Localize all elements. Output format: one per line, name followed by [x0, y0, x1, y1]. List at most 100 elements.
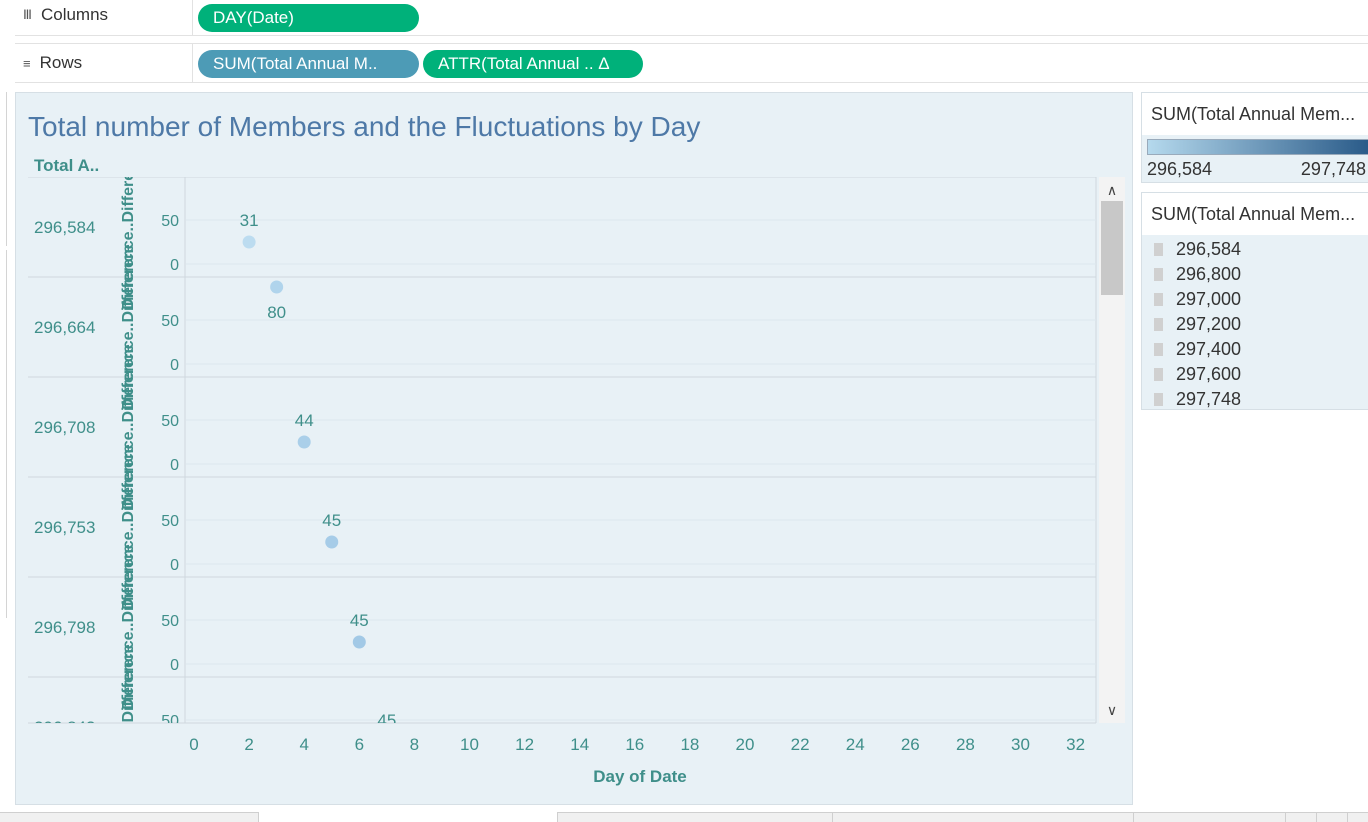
chart-rows: 296,584 Difference..Difference 0 50 31 296,66… — [28, 177, 1096, 806]
rows-label-text: Rows — [39, 53, 83, 72]
data-label: 44 — [295, 411, 314, 430]
row-header-value: 296,584 — [34, 218, 95, 237]
color-legend: SUM(Total Annual Mem... 296,584 297,748 — [1141, 92, 1368, 183]
legend-swatch — [1154, 243, 1163, 256]
tab-divider — [1285, 813, 1286, 822]
legend-item[interactable]: 297,748 — [1154, 387, 1241, 412]
x-tick-label: 4 — [299, 735, 308, 754]
row-header: Total A.. — [34, 156, 99, 175]
chart-row: 296,753 Difference..Difference 050 45 — [28, 444, 1096, 610]
legend-swatch — [1154, 368, 1163, 381]
data-point[interactable] — [352, 635, 366, 649]
color-ramp-max: 297,748 — [1300, 159, 1366, 179]
data-point[interactable] — [297, 435, 311, 449]
x-tick-label: 16 — [625, 735, 644, 754]
y-tick-label: 50 — [161, 613, 179, 630]
x-axis-ticks: 0 2 4 6 8 10 12 14 16 18 20 22 24 26 28 30 32 — [189, 735, 1085, 754]
x-tick-label: 2 — [244, 735, 253, 754]
data-point[interactable] — [325, 535, 339, 549]
x-tick-label: 18 — [680, 735, 699, 754]
vertical-scrollbar[interactable]: ∧ ∨ — [1099, 177, 1125, 723]
row-header-value: 296,708 — [34, 418, 95, 437]
x-tick-label: 28 — [956, 735, 975, 754]
legend-item-label: 297,000 — [1176, 289, 1242, 309]
x-tick-label: 30 — [1011, 735, 1030, 754]
row-header-value: 296,753 — [34, 518, 95, 537]
legend-item[interactable]: 297,400 — [1154, 337, 1241, 362]
chart-row: 296,664 Difference..Difference 050 80 — [28, 244, 1096, 410]
size-legend-list: 296,584 296,800 297,000 297,200 297,400 … — [1154, 237, 1241, 412]
y-tick-label: 50 — [161, 313, 179, 330]
legend-item[interactable]: 297,000 — [1154, 287, 1241, 312]
x-tick-label: 24 — [846, 735, 865, 754]
color-ramp-min: 296,584 — [1147, 159, 1213, 179]
tab-divider — [1133, 813, 1134, 822]
y-tick-label: 0 — [170, 757, 179, 774]
legend-item[interactable]: 297,200 — [1154, 312, 1241, 337]
size-legend-title: SUM(Total Annual Mem... — [1142, 193, 1368, 235]
data-label: 45 — [322, 511, 341, 530]
legend-swatch — [1154, 343, 1163, 356]
rows-icon: ≡ — [23, 55, 31, 71]
scrollbar-thumb[interactable] — [1101, 201, 1123, 295]
chart-row: 296,843 Difference..Difference 0 50 45 — [28, 644, 1096, 806]
color-ramp — [1147, 139, 1368, 155]
y-tick-label: 50 — [161, 413, 179, 430]
data-point[interactable] — [380, 736, 393, 749]
x-axis-title: Day of Date — [593, 767, 687, 786]
x-tick-label: 0 — [189, 735, 198, 754]
legend-item-label: 297,400 — [1176, 339, 1242, 359]
data-point[interactable] — [242, 235, 256, 249]
legend-item[interactable]: 297,600 — [1154, 362, 1241, 387]
tab-divider — [832, 813, 833, 822]
legend-item[interactable]: 296,584 — [1154, 237, 1241, 262]
y-tick-label: 50 — [161, 513, 179, 530]
rows-shelf-label: ≡ Rows — [15, 44, 193, 82]
data-label: 80 — [267, 303, 286, 322]
legend-item-label: 297,748 — [1176, 389, 1242, 409]
rows-shelf: ≡ Rows SUM(Total Annual M.. ATTR(Total A… — [15, 43, 1368, 83]
data-point[interactable] — [270, 280, 284, 294]
x-tick-label: 8 — [410, 735, 419, 754]
columns-icon: Ⅲ — [23, 7, 32, 22]
chart-row: 296,708 Difference..Difference 050 44 — [28, 344, 1096, 510]
legend-item-label: 297,200 — [1176, 314, 1242, 334]
legend-item[interactable]: 296,800 — [1154, 262, 1241, 287]
y-tick-label: 50 — [161, 713, 179, 730]
y-tick-label: 0 — [170, 657, 179, 674]
columns-shelf-label: Ⅲ Columns — [15, 0, 193, 35]
active-sheet-tab[interactable] — [258, 812, 558, 822]
y-tick-label: 0 — [170, 257, 179, 274]
scroll-down-icon[interactable]: ∨ — [1107, 702, 1117, 718]
row-header-value: 296,664 — [34, 318, 95, 337]
day-date-pill[interactable]: DAY(Date) — [198, 4, 419, 32]
x-tick-label: 6 — [355, 735, 364, 754]
scroll-up-icon[interactable]: ∧ — [1107, 182, 1117, 198]
left-pane-edge — [0, 92, 7, 246]
legend-item-label: 296,800 — [1176, 264, 1242, 284]
legend-swatch — [1154, 393, 1163, 406]
sheet-tab-bar — [0, 812, 1368, 822]
chart-row: 296,798 Difference..Difference 050 45 — [28, 544, 1096, 710]
chart-row: 296,584 Difference..Difference 050 31 — [28, 177, 1096, 310]
legend-swatch — [1154, 318, 1163, 331]
x-tick-label: 22 — [791, 735, 810, 754]
x-tick-label: 32 — [1066, 735, 1085, 754]
y-tick-label: 50 — [161, 213, 179, 230]
x-tick-label: 26 — [901, 735, 920, 754]
data-label: 31 — [240, 211, 259, 230]
attr-total-annual-pill[interactable]: ATTR(Total Annual .. Δ — [423, 50, 643, 78]
columns-shelf: Ⅲ Columns DAY(Date) — [15, 0, 1368, 36]
row-header-value: 296,798 — [34, 618, 95, 637]
x-tick-label: 20 — [736, 735, 755, 754]
x-tick-label: 10 — [460, 735, 479, 754]
y-axis-title: Difference..Difference — [120, 644, 137, 806]
legend-swatch — [1154, 268, 1163, 281]
legend-item-label: 296,584 — [1176, 239, 1242, 259]
color-legend-title: SUM(Total Annual Mem... — [1142, 93, 1368, 135]
viz-panel: Total number of Members and the Fluctuat… — [15, 92, 1133, 805]
row-header-value: 296,843 — [34, 718, 95, 737]
sum-total-annual-pill[interactable]: SUM(Total Annual M.. — [198, 50, 419, 78]
data-label: 45 — [350, 611, 369, 630]
y-tick-label: 0 — [170, 557, 179, 574]
